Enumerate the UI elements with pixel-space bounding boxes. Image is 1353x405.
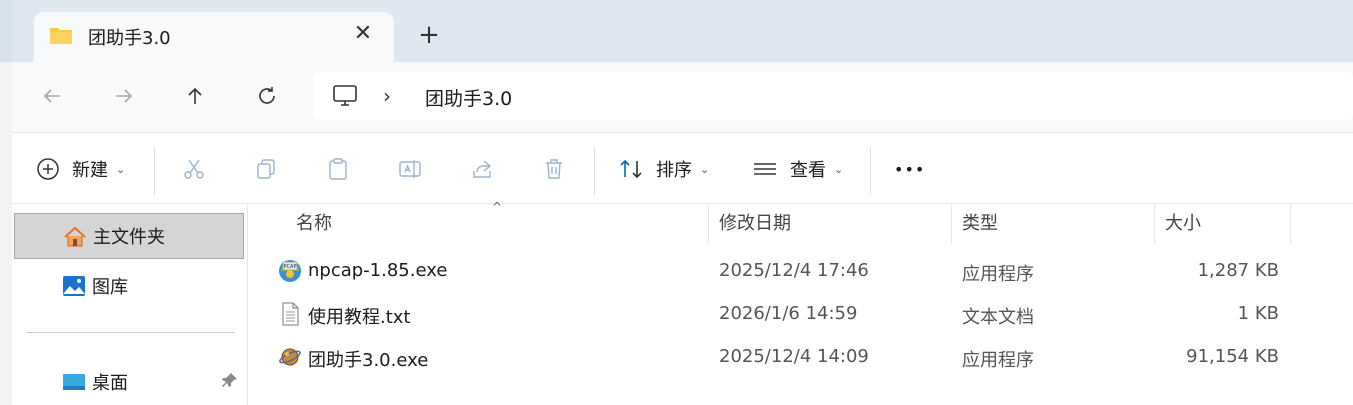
file-size: 1,287 KB (1197, 260, 1279, 281)
file-type: 文本文档 (962, 307, 1034, 328)
file-name: npcap-1.85.exe (308, 260, 448, 281)
computer-icon (333, 85, 357, 106)
svg-text:PCAP: PCAP (284, 264, 297, 270)
column-header-modified[interactable]: 修改日期 (709, 204, 951, 244)
column-header-type[interactable]: 类型 (952, 204, 1154, 244)
divider (870, 147, 871, 195)
tab-title: 团助手3.0 (88, 28, 171, 49)
file-size: 91,154 KB (1186, 346, 1279, 367)
view-list-icon (754, 163, 776, 175)
column-header-name[interactable]: 名称 (286, 204, 706, 244)
file-modified: 2026/1/6 14:59 (719, 303, 858, 324)
cut-button[interactable] (182, 151, 206, 187)
breadcrumb-current[interactable]: 团助手3.0 (425, 84, 512, 111)
breadcrumb-separator[interactable]: › (383, 84, 391, 108)
tab-active[interactable]: 团助手3.0 ✕ (34, 12, 394, 62)
pin-icon[interactable] (222, 372, 238, 392)
file-type: 应用程序 (962, 350, 1034, 371)
app-icon (279, 348, 301, 366)
installer-icon: PCAP (279, 260, 301, 282)
sidebar-item-home[interactable]: 主文件夹 (14, 213, 244, 259)
table-row[interactable]: 使用教程.txt 2026/1/6 14:59 文本文档 1 KB (248, 293, 1353, 336)
divider (594, 147, 595, 195)
back-button[interactable] (32, 76, 72, 116)
divider (154, 147, 155, 195)
forward-button[interactable] (104, 76, 144, 116)
copy-button[interactable] (254, 151, 278, 187)
sidebar-item-label: 图库 (92, 277, 128, 298)
plus-circle-icon (37, 158, 59, 180)
new-button[interactable]: 新建 ⌄ (36, 151, 125, 187)
arrow-up-icon (188, 87, 202, 104)
file-name: 使用教程.txt (308, 307, 411, 328)
new-tab-button[interactable]: + (414, 20, 444, 50)
more-options-icon[interactable]: ••• (894, 151, 925, 187)
tab-strip: 团助手3.0 ✕ + (0, 0, 1353, 62)
scissors-icon (184, 159, 204, 179)
sort-label: 排序 (656, 160, 692, 181)
desktop-icon (63, 374, 85, 390)
sidebar-divider (26, 332, 234, 333)
file-size: 1 KB (1237, 303, 1279, 324)
sort-button[interactable]: 排序 ⌄ (618, 151, 709, 187)
rename-icon (399, 160, 421, 178)
arrow-right-icon (116, 89, 133, 103)
chevron-down-icon: ⌄ (834, 162, 844, 176)
copy-icon (257, 159, 275, 179)
text-file-icon (282, 302, 299, 326)
new-label: 新建 (72, 160, 108, 181)
sidebar-item-desktop[interactable]: 桌面 (14, 359, 244, 405)
file-type: 应用程序 (962, 264, 1034, 285)
file-list: ^ 名称 修改日期 类型 大小 PCAP npcap-1.85.exe 2025… (248, 200, 1353, 405)
up-button[interactable] (175, 76, 215, 116)
sidebar-item-label: 桌面 (92, 373, 128, 394)
refresh-button[interactable] (247, 76, 287, 116)
home-icon (64, 226, 86, 247)
view-button[interactable]: 查看 ⌄ (752, 151, 843, 187)
share-button[interactable] (470, 151, 494, 187)
address-bar[interactable]: › 团助手3.0 (313, 72, 1353, 120)
chevron-down-icon: ⌄ (700, 162, 710, 176)
arrow-left-icon (43, 89, 60, 103)
clipboard-icon (329, 158, 347, 180)
folder-icon (50, 28, 72, 44)
share-icon (473, 160, 492, 178)
sort-icon (620, 159, 642, 179)
file-modified: 2025/12/4 14:09 (719, 346, 869, 367)
table-row[interactable]: 团助手3.0.exe 2025/12/4 14:09 应用程序 91,154 K… (248, 336, 1353, 379)
refresh-icon (259, 87, 275, 104)
navigation-bar: › 团助手3.0 (12, 62, 1353, 132)
sidebar-item-gallery[interactable]: 图库 (14, 263, 244, 309)
sidebar: 主文件夹 图库 桌面 (12, 204, 248, 405)
file-modified: 2025/12/4 17:46 (719, 260, 869, 281)
paste-button[interactable] (326, 151, 350, 187)
close-tab-icon[interactable]: ✕ (350, 21, 376, 47)
trash-icon (546, 159, 562, 179)
column-header-size[interactable]: 大小 (1155, 204, 1289, 244)
column-divider[interactable] (1290, 204, 1291, 244)
table-row[interactable]: PCAP npcap-1.85.exe 2025/12/4 17:46 应用程序… (248, 250, 1353, 293)
file-name: 团助手3.0.exe (308, 350, 429, 371)
delete-button[interactable] (542, 151, 566, 187)
view-label: 查看 (790, 160, 826, 181)
rename-button[interactable] (398, 151, 422, 187)
gallery-icon (63, 276, 85, 296)
chevron-down-icon: ⌄ (116, 162, 126, 176)
command-bar: 新建 ⌄ 排序 ⌄ 查看 ⌄ ••• (12, 132, 1353, 204)
sidebar-item-label: 主文件夹 (93, 227, 165, 248)
